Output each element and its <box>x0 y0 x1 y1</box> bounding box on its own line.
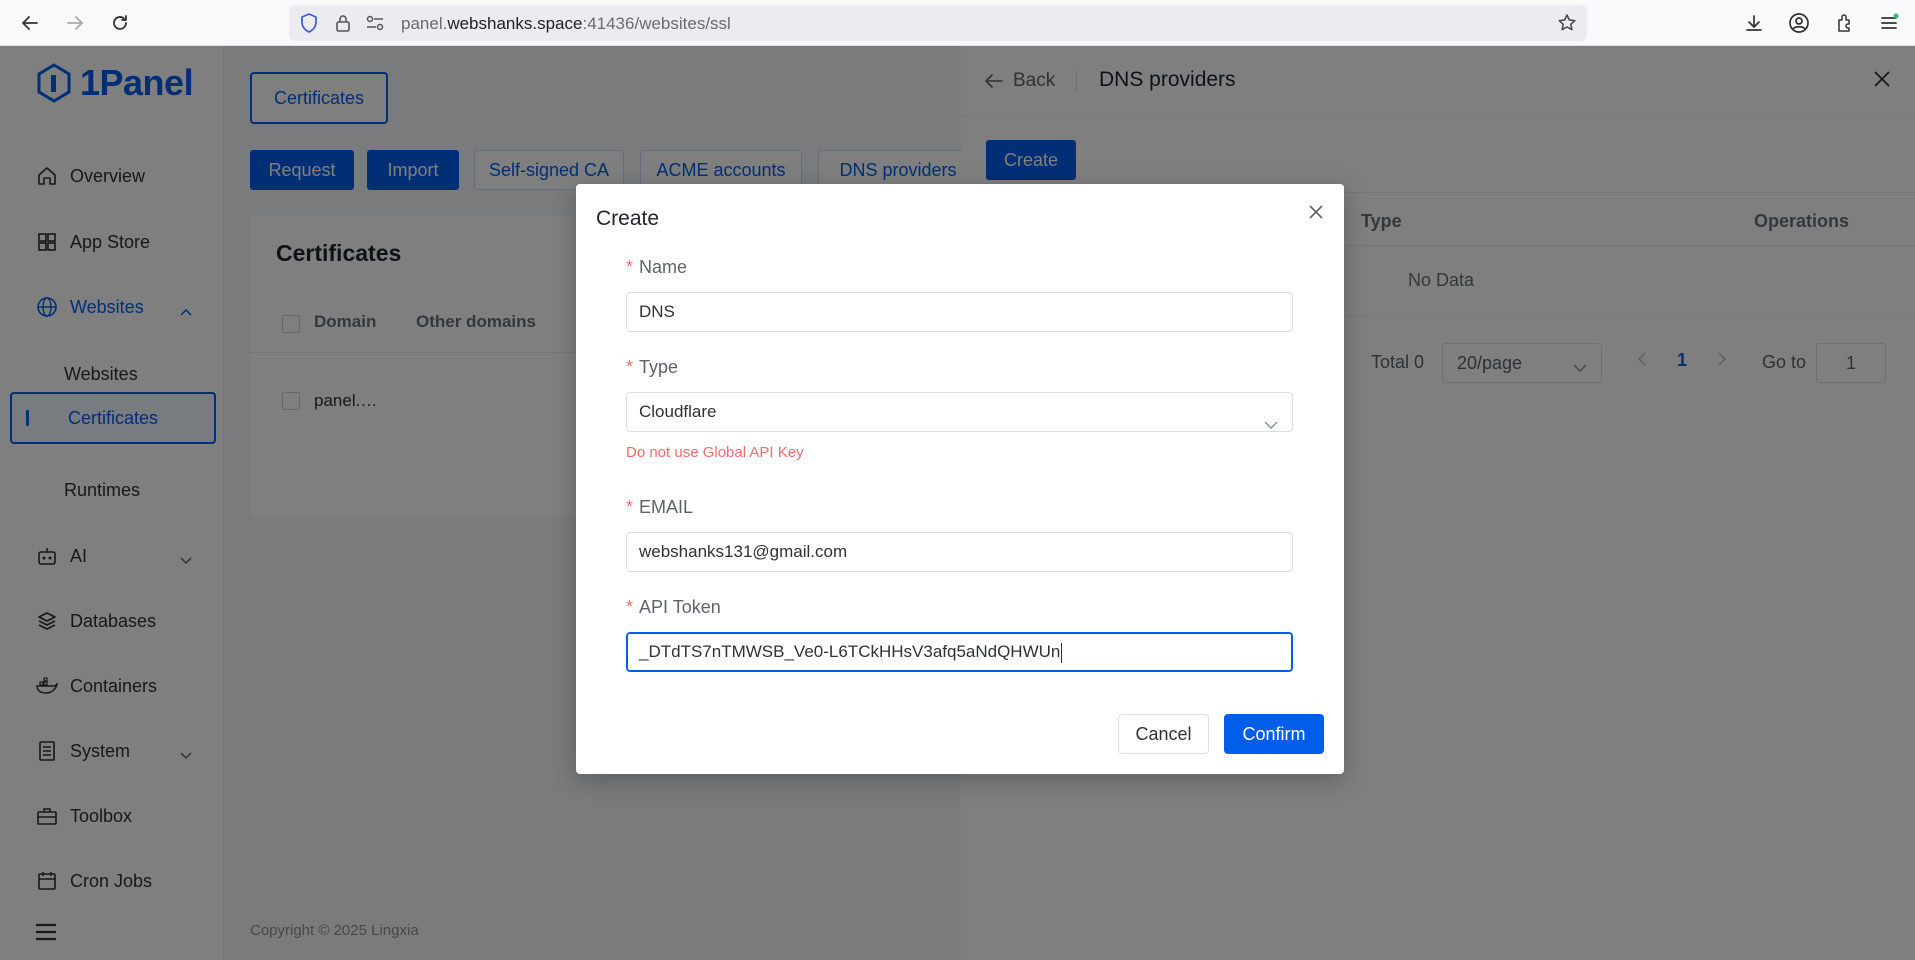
type-select-value: Cloudflare <box>639 402 717 421</box>
api-token-value: _DTdTS7nTMWSB_Ve0-L6TCkHHsV3afq5aNdQHWUn <box>639 642 1061 661</box>
site-settings-icon[interactable] <box>365 13 385 33</box>
chevron-down-icon <box>1264 406 1278 431</box>
confirm-button[interactable]: Confirm <box>1224 714 1324 754</box>
account-icon[interactable] <box>1785 9 1813 37</box>
url-prefix: panel. <box>401 14 448 33</box>
bookmark-star-icon[interactable] <box>1557 13 1577 33</box>
required-marker: * <box>626 257 634 277</box>
email-label: * EMAIL <box>626 497 693 518</box>
required-marker: * <box>626 597 634 617</box>
api-token-label: * API Token <box>626 597 721 618</box>
downloads-icon[interactable] <box>1740 9 1768 37</box>
email-field[interactable]: webshanks131@gmail.com <box>626 532 1293 572</box>
required-marker: * <box>626 497 634 517</box>
text-caret <box>1061 642 1063 663</box>
api-token-input[interactable]: _DTdTS7nTMWSB_Ve0-L6TCkHHsV3afq5aNdQHWUn <box>626 632 1293 672</box>
lock-icon[interactable] <box>333 13 353 33</box>
required-marker: * <box>626 357 634 377</box>
api-token-label-text: API Token <box>639 597 721 617</box>
url-path: :41436/websites/ssl <box>582 14 731 33</box>
type-label: * Type <box>626 357 678 378</box>
name-input[interactable]: DNS <box>626 292 1293 332</box>
url-host: webshanks.space <box>447 14 583 33</box>
close-icon[interactable] <box>1308 204 1324 225</box>
email-label-text: EMAIL <box>639 497 694 517</box>
shield-icon[interactable] <box>299 13 319 33</box>
browser-toolbar: panel.webshanks.space:41436/websites/ssl <box>0 0 1915 46</box>
reload-icon[interactable] <box>106 9 134 37</box>
dialog-title: Create <box>596 207 660 230</box>
back-arrow-icon[interactable] <box>16 9 44 37</box>
name-label: * Name <box>626 257 687 278</box>
url-text[interactable]: panel.webshanks.space:41436/websites/ssl <box>401 14 731 34</box>
cancel-button[interactable]: Cancel <box>1118 714 1209 754</box>
extensions-icon[interactable] <box>1831 9 1859 37</box>
menu-icon[interactable] <box>1875 9 1903 37</box>
type-label-text: Type <box>639 357 679 377</box>
forward-arrow-icon[interactable] <box>61 9 89 37</box>
address-bar[interactable]: panel.webshanks.space:41436/websites/ssl <box>289 5 1587 41</box>
name-label-text: Name <box>639 257 688 277</box>
type-hint: Do not use Global API Key <box>626 444 804 461</box>
create-dialog: Create * Name DNS * Type Cloudflare Do not… <box>576 184 1344 774</box>
type-select[interactable]: Cloudflare <box>626 392 1293 432</box>
